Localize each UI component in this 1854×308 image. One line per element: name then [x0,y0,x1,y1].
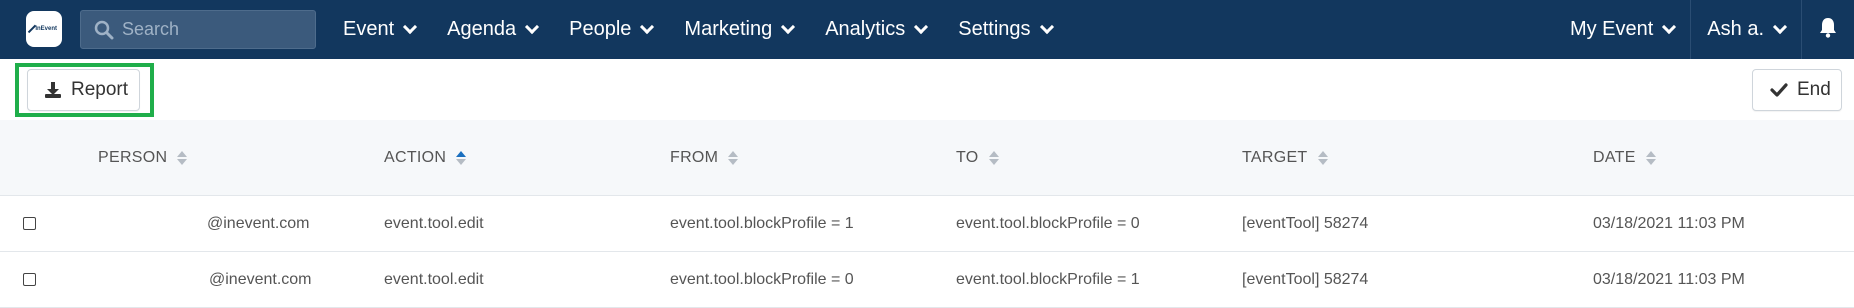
chevron-down-icon [1662,19,1677,34]
notifications-button[interactable] [1802,0,1854,59]
user-menu[interactable]: Ash a. [1691,0,1801,59]
event-selector-menu[interactable]: My Event [1554,0,1690,59]
sort-icon [177,151,188,165]
nav-item-event[interactable]: Event [343,0,418,59]
nav-item-label: Event [343,18,395,40]
report-button-label: Report [71,79,129,100]
bell-icon [1818,16,1838,43]
column-header-label: TO [956,149,979,166]
row-checkbox[interactable] [23,273,36,286]
chevron-down-icon [781,19,796,34]
search-input[interactable] [122,19,302,40]
sort-icon [1317,151,1328,165]
table-row[interactable]: @inevent.com event.tool.edit event.tool.… [0,252,1854,308]
column-header-from[interactable]: FROM [670,120,739,196]
column-header-label: ACTION [384,149,447,166]
user-menu-label: Ash a. [1707,18,1764,40]
column-header-label: TARGET [1242,149,1308,166]
cell-person: @inevent.com [209,271,312,288]
cell-to: event.tool.blockProfile = 1 [956,271,1140,288]
cell-from: event.tool.blockProfile = 0 [670,271,854,288]
nav-item-agenda[interactable]: Agenda [447,0,540,59]
inevent-logo-icon: InEvent [27,22,57,36]
cell-from: event.tool.blockProfile = 1 [670,215,854,232]
chevron-down-icon [403,19,418,34]
end-button-label: End [1797,79,1831,100]
event-selector-label: My Event [1569,18,1654,40]
check-icon [1770,82,1788,98]
nav-item-people[interactable]: People [569,0,655,59]
column-header-label: FROM [670,149,719,166]
row-checkbox[interactable] [23,217,36,230]
chevron-down-icon [640,19,655,34]
cell-target: [eventTool] 58274 [1242,215,1369,232]
column-header-to[interactable]: TO [956,120,999,196]
cell-target: [eventTool] 58274 [1242,271,1369,288]
end-button[interactable]: End [1752,69,1842,111]
app-logo[interactable]: InEvent [26,11,62,47]
sort-icon [1645,151,1656,165]
sort-ascending-icon [456,151,467,165]
search-icon [94,20,114,40]
chevron-down-icon [1039,19,1054,34]
column-header-person[interactable]: PERSON [98,120,188,196]
nav-item-analytics[interactable]: Analytics [825,0,929,59]
nav-item-label: People [569,18,632,40]
table-row[interactable]: @inevent.com event.tool.edit event.tool.… [0,196,1854,252]
table-header: PERSON ACTION FROM TO TARGET DATE [0,120,1854,196]
chevron-down-icon [1772,19,1788,34]
top-navigation-bar: InEvent Event Agenda People Marketing An… [0,0,1854,59]
nav-item-label: Analytics [825,18,906,40]
download-icon [44,81,62,99]
search-box[interactable] [80,10,316,49]
cell-date: 03/18/2021 11:03 PM [1593,271,1745,288]
report-button[interactable]: Report [27,69,140,111]
cell-date: 03/18/2021 11:03 PM [1593,215,1745,232]
activity-log-table: PERSON ACTION FROM TO TARGET DATE @ineve… [0,120,1854,308]
chevron-down-icon [525,19,540,34]
nav-item-label: Agenda [447,18,517,40]
cell-action: event.tool.edit [384,215,484,232]
cell-to: event.tool.blockProfile = 0 [956,215,1140,232]
column-header-target[interactable]: TARGET [1242,120,1328,196]
column-header-action[interactable]: ACTION [384,120,467,196]
nav-item-marketing[interactable]: Marketing [684,0,796,59]
nav-item-label: Marketing [684,18,773,40]
column-header-date[interactable]: DATE [1593,120,1656,196]
sort-icon [988,151,999,165]
sort-icon [728,151,739,165]
nav-item-label: Settings [958,18,1031,40]
cell-person: @inevent.com [207,215,310,232]
nav-item-settings[interactable]: Settings [958,0,1054,59]
column-header-label: PERSON [98,149,168,166]
chevron-down-icon [914,19,929,34]
toolbar: Report End [0,59,1854,120]
nav-right: My Event Ash a. [1554,0,1854,59]
column-header-label: DATE [1593,149,1636,166]
cell-action: event.tool.edit [384,271,484,288]
main-nav: Event Agenda People Marketing Analytics … [343,0,1084,59]
